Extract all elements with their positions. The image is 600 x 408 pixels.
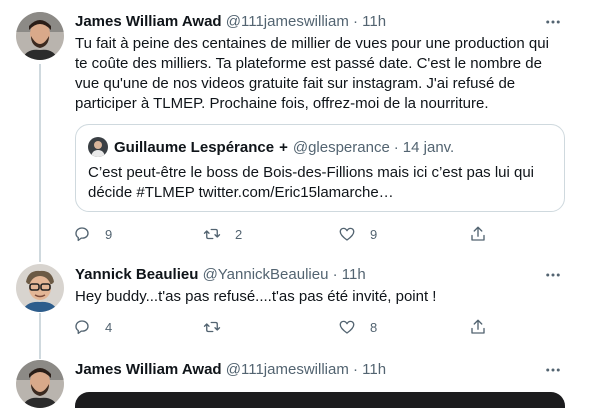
quoted-tweet-text: C’est peut-être le boss de Bois-des-Fill…: [88, 163, 554, 203]
share-icon: [471, 319, 485, 334]
like-button[interactable]: 9: [338, 224, 377, 244]
author-handle[interactable]: @111jameswilliam: [226, 13, 349, 30]
timestamp[interactable]: 11h: [362, 13, 386, 30]
author-handle[interactable]: @111jameswilliam: [226, 361, 349, 378]
retweet-icon: [203, 228, 221, 240]
quoted-tweet[interactable]: Guillaume Lespérance + @glesperance · 14…: [75, 124, 565, 212]
quoted-text-line: C’est peut-être le boss de Bois-des-Fill…: [88, 164, 535, 181]
more-button[interactable]: [542, 265, 564, 285]
quoted-avatar: [88, 137, 108, 157]
author-name[interactable]: Yannick Beaulieu: [75, 266, 198, 283]
more-icon: [546, 368, 560, 372]
like-count: 9: [370, 226, 378, 242]
reply-icon: [75, 227, 89, 242]
heart-icon: [339, 320, 355, 334]
profile-photo-icon: [88, 137, 108, 157]
thread-line: [39, 313, 41, 359]
share-button[interactable]: [469, 224, 487, 244]
more-icon: [546, 273, 560, 277]
reply-count: 4: [105, 319, 113, 335]
like-button[interactable]: 8: [338, 317, 377, 337]
share-button[interactable]: [469, 317, 487, 337]
like-count: 8: [370, 319, 378, 335]
quoted-timestamp: 14 janv.: [402, 138, 455, 156]
retweet-count: 2: [235, 226, 243, 242]
avatar[interactable]: [16, 264, 64, 312]
retweet-button[interactable]: [203, 317, 235, 337]
share-icon: [471, 226, 485, 241]
separator: ·: [353, 361, 358, 378]
tweet-header: Yannick Beaulieu @YannickBeaulieu · 11h: [75, 265, 366, 285]
reply-button[interactable]: 9: [73, 224, 112, 244]
tweet-actions: 4 8: [73, 317, 513, 337]
avatar[interactable]: [16, 12, 64, 60]
separator: ·: [332, 266, 338, 283]
profile-photo-icon: [16, 264, 64, 312]
tweet-header: James William Awad @111jameswilliam · 11…: [75, 12, 386, 32]
timestamp[interactable]: 11h: [362, 361, 386, 378]
quoted-author-name: Guillaume Lespérance: [114, 138, 275, 156]
more-button[interactable]: [542, 12, 564, 32]
reply-count: 9: [105, 226, 113, 242]
profile-photo-icon: [16, 12, 64, 60]
heart-icon: [339, 227, 355, 241]
more-icon: [546, 20, 560, 24]
author-name[interactable]: James William Awad: [75, 13, 222, 30]
tweet-actions: 9 2 9: [73, 224, 513, 244]
tweet-text: Hey buddy...t'as pas refusé....t'as pas …: [75, 288, 437, 305]
reply-icon: [75, 320, 89, 335]
retweet-icon: [203, 321, 221, 333]
author-handle[interactable]: @YannickBeaulieu: [203, 266, 329, 283]
profile-photo-icon: [16, 360, 64, 408]
reply-button[interactable]: 4: [73, 317, 112, 337]
thread-line: [39, 64, 41, 262]
retweet-button[interactable]: 2: [203, 224, 242, 244]
author-name[interactable]: James William Awad: [75, 361, 222, 378]
tweet-text: Tu fait à peine des centaines de millier…: [75, 35, 549, 112]
timestamp[interactable]: 11h: [342, 266, 366, 283]
more-button[interactable]: [542, 360, 564, 380]
quoted-tweet-header: Guillaume Lespérance + @glesperance · 14…: [88, 137, 454, 157]
quoted-text-line: décide #TLMEP twitter.com/Eric15lamarche…: [88, 184, 394, 201]
avatar[interactable]: [16, 360, 64, 408]
separator: ·: [353, 13, 358, 30]
separator: ·: [393, 138, 399, 156]
tweet-media[interactable]: [75, 392, 565, 408]
quoted-author-badge: +: [279, 138, 288, 156]
quoted-author-handle: @glesperance: [292, 138, 390, 156]
tweet-header: James William Awad @111jameswilliam · 11…: [75, 360, 386, 380]
